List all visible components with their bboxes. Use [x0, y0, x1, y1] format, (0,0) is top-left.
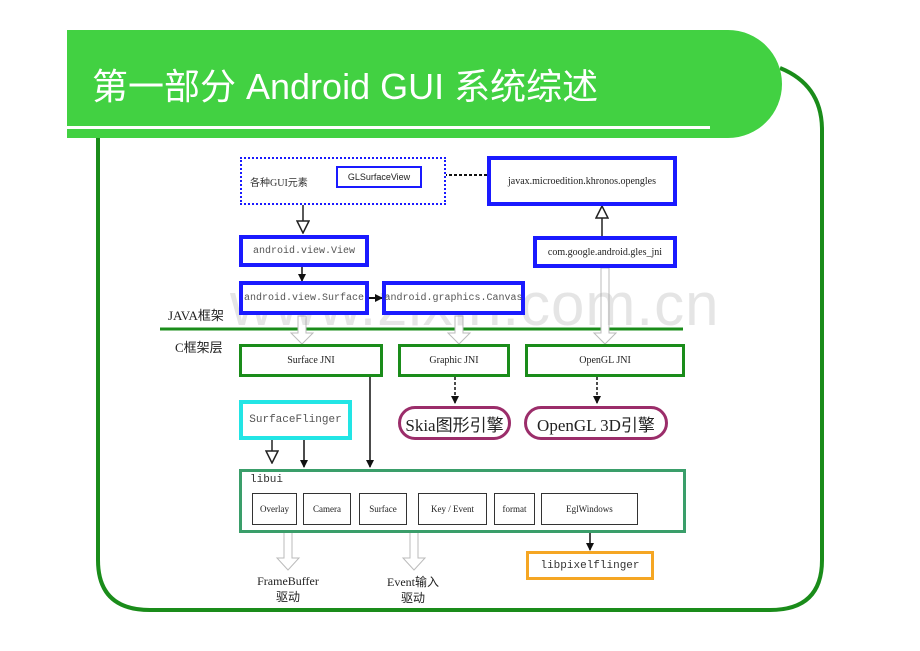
title-underline: [67, 126, 710, 129]
slide-title: 第一部分 Android GUI 系统综述: [92, 66, 599, 107]
gui-elements-label: 各种GUI元素: [250, 177, 308, 189]
android-surface-node: android.view.Surface: [239, 281, 369, 315]
surface-jni-label: Surface JNI: [287, 355, 335, 366]
android-surface-label: android.view.Surface: [243, 292, 365, 304]
skia-engine-node: Skia图形引擎: [398, 406, 511, 440]
opengl-jni-label: OpenGL JNI: [579, 355, 631, 366]
event-line1: Event输入: [387, 575, 439, 589]
event-line2: 驱动: [400, 591, 425, 605]
libui-label: libui: [250, 474, 284, 486]
libui-module-label: Overlay: [260, 504, 289, 514]
android-canvas-node: android.graphics.Canvas: [382, 281, 525, 315]
libpixelflinger-label: libpixelflinger: [540, 559, 640, 572]
opengl-jni-node: OpenGL JNI: [525, 344, 685, 377]
libui-module: Surface: [359, 493, 407, 525]
surfaceflinger-node: SurfaceFlinger: [239, 400, 352, 440]
gles-jni-node: com.google.android.gles_jni: [533, 236, 677, 268]
surface-jni-node: Surface JNI: [239, 344, 383, 377]
framebuffer-line2: 驱动: [275, 590, 300, 604]
libui-module: Camera: [303, 493, 351, 525]
opengl3d-engine-label: OpenGL 3D引擎: [537, 415, 655, 435]
opengles-node: javax.microedition.khronos.opengles: [487, 156, 677, 206]
libpixelflinger-node: libpixelflinger: [526, 551, 654, 580]
opengl3d-engine-node: OpenGL 3D引擎: [524, 406, 668, 440]
java-layer-label: JAVA框架: [168, 308, 224, 323]
libui-module: EglWindows: [541, 493, 638, 525]
libui-module-label: Key / Event: [431, 504, 474, 514]
graphic-jni-label: Graphic JNI: [429, 355, 479, 366]
libui-module-label: EglWindows: [566, 504, 613, 514]
libui-module: format: [494, 493, 535, 525]
libui-module-label: Surface: [369, 504, 397, 514]
glsurfaceview-label: GLSurfaceView: [347, 172, 411, 182]
glsurfaceview-node: GLSurfaceView: [336, 166, 422, 188]
skia-engine-label: Skia图形引擎: [405, 415, 504, 435]
framebuffer-driver-label: FrameBuffer 驱动: [250, 573, 326, 605]
android-view-node: android.view.View: [239, 235, 369, 267]
android-canvas-label: android.graphics.Canvas: [384, 292, 523, 304]
android-view-label: android.view.View: [252, 245, 356, 257]
c-layer-label: C框架层: [175, 340, 223, 355]
libui-module-label: Camera: [313, 504, 341, 514]
graphic-jni-node: Graphic JNI: [398, 344, 510, 377]
surfaceflinger-label: SurfaceFlinger: [249, 414, 342, 426]
libui-module: Key / Event: [418, 493, 487, 525]
opengles-label: javax.microedition.khronos.opengles: [507, 175, 657, 187]
event-driver-label: Event输入 驱动: [380, 574, 446, 606]
libui-module: Overlay: [252, 493, 297, 525]
libui-module-label: format: [502, 504, 527, 514]
gles-jni-label: com.google.android.gles_jni: [547, 246, 663, 258]
framebuffer-line1: FrameBuffer: [257, 574, 319, 588]
